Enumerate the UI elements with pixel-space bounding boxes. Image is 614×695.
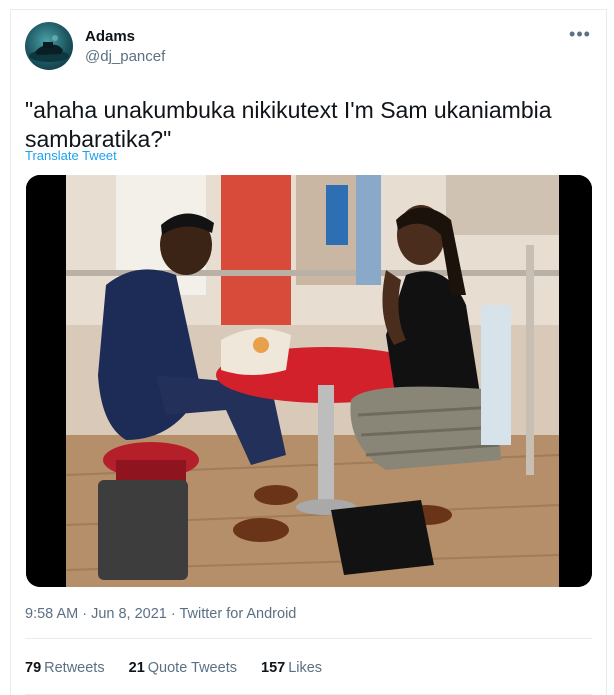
quote-tweets-stat[interactable]: 21 Quote Tweets <box>129 660 237 676</box>
author-handle[interactable]: @dj_pancef <box>85 48 165 65</box>
divider <box>25 638 592 639</box>
quote-tweets-label: Quote Tweets <box>147 660 237 676</box>
tweet-timestamp[interactable]: 9:58 AM · Jun 8, 2021 · Twitter for Andr… <box>25 606 296 622</box>
quote-tweets-count: 21 <box>128 660 145 676</box>
translate-tweet-link[interactable]: Translate Tweet <box>25 148 117 163</box>
likes-stat[interactable]: 157 Likes <box>261 660 322 676</box>
tweet-text: "ahaha unakumbuka nikikutext I'm Sam uka… <box>25 97 552 152</box>
retweets-label: Retweets <box>44 660 105 676</box>
more-horizontal-icon[interactable]: ••• <box>568 24 592 44</box>
likes-label: Likes <box>288 660 323 676</box>
tweet-card: Adams @dj_pancef ••• "ahaha unakumbuka n… <box>10 9 607 695</box>
tweet-photo[interactable] <box>26 175 592 587</box>
photo-image <box>26 175 592 587</box>
avatar[interactable] <box>25 22 73 70</box>
likes-count: 157 <box>261 660 286 676</box>
retweets-count: 79 <box>25 660 42 676</box>
tweet-stats: 79 Retweets 21 Quote Tweets 157 Likes <box>25 660 342 676</box>
author-name[interactable]: Adams <box>85 28 135 45</box>
avatar-image <box>29 35 69 62</box>
retweets-stat[interactable]: 79 Retweets <box>25 660 105 676</box>
